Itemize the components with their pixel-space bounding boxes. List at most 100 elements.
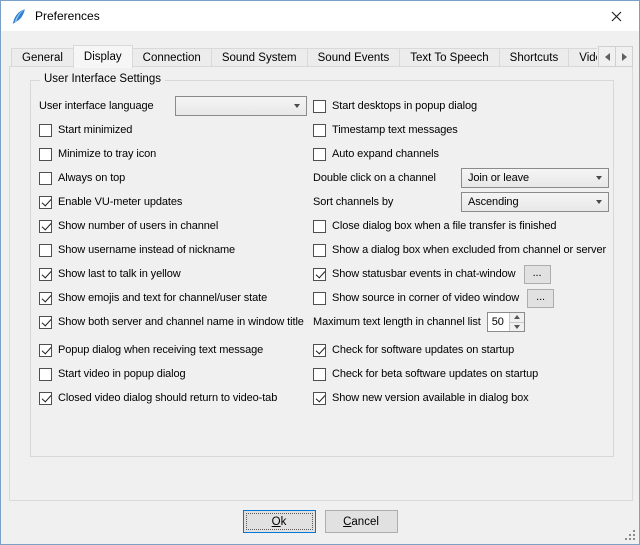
language-row: User interface language	[39, 94, 307, 118]
checkbox-label: Start desktops in popup dialog	[332, 100, 477, 112]
video-source-more-button[interactable]: ...	[527, 289, 554, 308]
checkbox-dialog-when-excluded[interactable]: Show a dialog box when excluded from cha…	[313, 238, 609, 262]
arrow-down-icon	[514, 325, 520, 329]
checkbox-label: Show statusbar events in chat-window	[332, 268, 516, 280]
checkbox-popup-on-text-message[interactable]: Popup dialog when receiving text message	[39, 338, 307, 362]
max-text-length-label: Maximum text length in channel list	[313, 316, 481, 328]
statusbar-events-more-button[interactable]: ...	[524, 265, 551, 284]
checkbox-minimize-to-tray[interactable]: Minimize to tray icon	[39, 142, 307, 166]
tab-text-to-speech[interactable]: Text To Speech	[399, 48, 499, 66]
checkbox-box	[39, 292, 52, 305]
close-icon	[611, 11, 622, 22]
checkbox-close-on-transfer-finished[interactable]: Close dialog box when a file transfer is…	[313, 214, 609, 238]
checkbox-box	[313, 220, 326, 233]
tab-connection[interactable]: Connection	[132, 48, 212, 66]
double-click-select[interactable]: Join or leave	[461, 168, 609, 188]
checkbox-label: Enable VU-meter updates	[58, 196, 182, 208]
max-text-length-row: Maximum text length in channel list 50	[313, 310, 609, 334]
language-select[interactable]	[175, 96, 307, 116]
checkbox-check-beta-updates[interactable]: Check for beta software updates on start…	[313, 362, 609, 386]
checkbox-closed-video-return-tab[interactable]: Closed video dialog should return to vid…	[39, 386, 307, 410]
checkbox-box	[39, 220, 52, 233]
ok-button[interactable]: Ok	[243, 510, 316, 533]
checkbox-box	[39, 344, 52, 357]
checkbox-label: Start minimized	[58, 124, 132, 136]
checkbox-always-on-top[interactable]: Always on top	[39, 166, 307, 190]
checkbox-username-instead-nickname[interactable]: Show username instead of nickname	[39, 238, 307, 262]
tab-sound-system[interactable]: Sound System	[211, 48, 308, 66]
display-tab-panel: User Interface Settings User interface l…	[9, 66, 633, 501]
checkbox-desktops-popup-dialog[interactable]: Start desktops in popup dialog	[313, 94, 609, 118]
video-source-row: Show source in corner of video window ..…	[313, 286, 609, 310]
tab-label: Connection	[143, 52, 201, 64]
checkbox-box	[39, 392, 52, 405]
tab-general[interactable]: General	[11, 48, 74, 66]
chevron-down-icon	[294, 104, 300, 108]
dialog-buttons: Ok Cancel	[1, 510, 639, 533]
tab-sound-events[interactable]: Sound Events	[307, 48, 401, 66]
cancel-label: Cancel	[343, 516, 379, 528]
checkbox-label: Always on top	[58, 172, 125, 184]
sort-channels-select[interactable]: Ascending	[461, 192, 609, 212]
checkbox-label: Show source in corner of video window	[332, 292, 519, 304]
user-interface-settings-group: User Interface Settings User interface l…	[30, 80, 614, 457]
checkbox-box	[313, 244, 326, 257]
tab-scroll-left-button[interactable]	[598, 46, 616, 67]
arrow-left-icon	[605, 53, 610, 61]
checkbox-box	[313, 124, 326, 137]
checkbox-box	[313, 148, 326, 161]
close-button[interactable]	[594, 1, 639, 31]
tab-scroll-right-button[interactable]	[615, 46, 633, 67]
checkbox-emojis-text-state[interactable]: Show emojis and text for channel/user st…	[39, 286, 307, 310]
checkbox-label: Show both server and channel name in win…	[58, 316, 304, 328]
tab-label: Sound Events	[318, 52, 390, 64]
checkbox-label: Minimize to tray icon	[58, 148, 156, 160]
checkbox-label: Start video in popup dialog	[58, 368, 186, 380]
tab-label: Text To Speech	[410, 52, 488, 64]
checkbox-new-version-dialog[interactable]: Show new version available in dialog box	[313, 386, 609, 410]
cancel-button[interactable]: Cancel	[325, 510, 398, 533]
app-feather-icon	[10, 8, 27, 25]
tab-label: Shortcuts	[510, 52, 559, 64]
spinbox-buttons	[509, 313, 524, 331]
titlebar: Preferences	[1, 1, 639, 31]
checkbox-box	[313, 100, 326, 113]
checkbox-label: Show username instead of nickname	[58, 244, 235, 256]
tab-bar: General Display Connection Sound System …	[11, 45, 597, 68]
checkbox-server-channel-in-title[interactable]: Show both server and channel name in win…	[39, 310, 307, 334]
double-click-value: Join or leave	[468, 172, 590, 184]
checkbox-box	[313, 368, 326, 381]
chevron-down-icon	[596, 200, 602, 204]
checkbox-show-user-count[interactable]: Show number of users in channel	[39, 214, 307, 238]
checkbox-box	[39, 148, 52, 161]
language-label: User interface language	[39, 100, 154, 112]
checkbox-box	[39, 196, 52, 209]
checkbox-auto-expand-channels[interactable]: Auto expand channels	[313, 142, 609, 166]
checkbox-last-talk-yellow[interactable]: Show last to talk in yellow	[39, 262, 307, 286]
spin-up-button[interactable]	[510, 313, 524, 323]
resize-grip[interactable]	[623, 528, 636, 541]
tab-display[interactable]: Display	[73, 45, 133, 68]
checkbox-label: Show last to talk in yellow	[58, 268, 181, 280]
checkbox-box[interactable]	[313, 268, 326, 281]
tab-scrollers	[598, 46, 633, 67]
checkbox-check-updates[interactable]: Check for software updates on startup	[313, 338, 609, 362]
checkbox-vu-meter-updates[interactable]: Enable VU-meter updates	[39, 190, 307, 214]
left-column: User interface language Start minimized …	[39, 94, 307, 410]
checkbox-box	[39, 124, 52, 137]
checkbox-video-popup-dialog[interactable]: Start video in popup dialog	[39, 362, 307, 386]
checkbox-start-minimized[interactable]: Start minimized	[39, 118, 307, 142]
tab-video[interactable]: Video	[568, 48, 597, 66]
checkbox-label: Show number of users in channel	[58, 220, 218, 232]
tab-label: Display	[84, 51, 122, 63]
max-text-length-spinbox[interactable]: 50	[487, 312, 525, 332]
checkbox-box	[313, 344, 326, 357]
spin-down-button[interactable]	[510, 323, 524, 332]
tab-shortcuts[interactable]: Shortcuts	[499, 48, 570, 66]
sort-channels-label: Sort channels by	[313, 196, 393, 208]
checkbox-timestamp-messages[interactable]: Timestamp text messages	[313, 118, 609, 142]
checkbox-label: Timestamp text messages	[332, 124, 458, 136]
checkbox-box[interactable]	[313, 292, 326, 305]
checkbox-label: Closed video dialog should return to vid…	[58, 392, 277, 404]
arrow-right-icon	[622, 53, 627, 61]
